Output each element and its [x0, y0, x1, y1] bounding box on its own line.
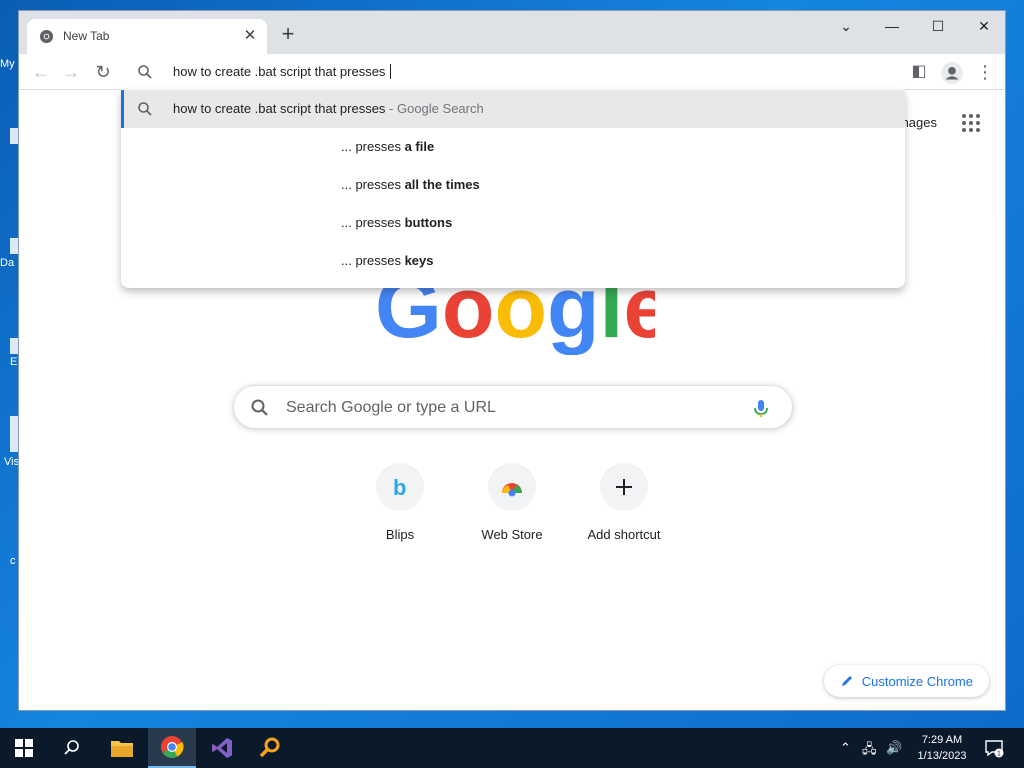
- chrome-window: New Tab ✕ + ⌄ — ☐ ✕ ← → ↻ ◧ ⋮ Images Goo…: [18, 10, 1006, 711]
- reload-button[interactable]: ↻: [91, 60, 115, 84]
- menu-kebab-icon[interactable]: ⋮: [973, 60, 997, 84]
- close-window-button[interactable]: ✕: [961, 11, 1005, 41]
- suggestion-completion: buttons: [404, 215, 453, 230]
- blips-icon: b: [376, 463, 424, 511]
- taskbar-chrome[interactable]: [148, 728, 196, 768]
- magnifier-app-icon: [259, 737, 280, 758]
- omnibox-suggestions: how to create .bat script that presses -…: [121, 90, 905, 288]
- plus-icon: [600, 463, 648, 511]
- text-caret: [390, 64, 392, 79]
- suggestion-completion: all the times: [404, 177, 480, 192]
- tab-new-tab[interactable]: New Tab ✕: [27, 19, 267, 54]
- webstore-icon: [488, 463, 536, 511]
- suggestion-prefix: ... presses: [341, 215, 405, 230]
- address-bar-text[interactable]: how to create .bat script that presses: [173, 64, 392, 79]
- clock-date: 1/13/2023: [917, 750, 967, 762]
- desktop-label-my[interactable]: My: [0, 58, 18, 70]
- suggestion-item[interactable]: ... presses all the times: [121, 166, 905, 204]
- volume-icon[interactable]: 🔊: [886, 740, 902, 756]
- taskbar-file-explorer[interactable]: [98, 728, 146, 768]
- pencil-icon: [841, 676, 852, 686]
- microphone-icon[interactable]: [750, 397, 772, 419]
- search-icon: [64, 740, 79, 755]
- taskbar-search-app[interactable]: [246, 728, 294, 768]
- suggestion-completion: a file: [404, 139, 435, 154]
- shortcut-label: Add shortcut: [587, 527, 661, 542]
- notification-count: 1: [997, 751, 1001, 758]
- forward-button[interactable]: →: [59, 60, 83, 84]
- taskbar-search-button[interactable]: [48, 728, 96, 768]
- desktop-label-da[interactable]: Da: [0, 257, 18, 269]
- desktop-icon[interactable]: [10, 416, 18, 452]
- search-icon: [138, 65, 152, 79]
- search-icon: [138, 102, 152, 116]
- network-icon[interactable]: 🖧: [862, 740, 877, 762]
- suggestion-prefix: ... presses: [341, 253, 405, 268]
- customize-chrome-button[interactable]: Customize Chrome: [823, 665, 989, 697]
- windows-logo-icon: [15, 739, 33, 757]
- desktop-icon[interactable]: [10, 238, 18, 254]
- tab-title: New Tab: [63, 29, 110, 43]
- taskbar-visual-studio[interactable]: [198, 728, 246, 768]
- suggestion-item[interactable]: ... presses a file: [121, 128, 905, 166]
- suggestion-item[interactable]: how to create .bat script that presses -…: [121, 90, 905, 128]
- shortcut-label: Blips: [385, 527, 415, 542]
- suggestion-prefix: ... presses: [341, 139, 405, 154]
- suggestion-completion: keys: [404, 253, 434, 268]
- desktop-icon[interactable]: [10, 338, 18, 354]
- google-search-box[interactable]: Search Google or type a URL: [233, 385, 793, 429]
- start-button[interactable]: [0, 728, 48, 768]
- address-bar[interactable]: how to create .bat script that presses: [121, 54, 905, 90]
- visual-studio-icon: [212, 738, 232, 758]
- taskbar: ⌃ 🖧 🔊 7:29 AM 1/13/2023 1: [0, 728, 1024, 768]
- folder-icon: [111, 741, 133, 757]
- suggestion-item[interactable]: ... presses buttons: [121, 204, 905, 242]
- chrome-favicon-icon: [39, 29, 54, 44]
- profile-avatar-icon[interactable]: [940, 61, 964, 85]
- show-hidden-icons-chevron-icon[interactable]: ⌃: [840, 740, 851, 756]
- shortcut-label: Web Store: [481, 527, 543, 542]
- selection-indicator: [121, 90, 124, 128]
- tab-search-icon[interactable]: ⌄: [823, 11, 869, 41]
- search-placeholder: Search Google or type a URL: [286, 399, 496, 416]
- desktop-icon[interactable]: [10, 128, 18, 144]
- shortcut-web-store[interactable]: Web Store: [456, 463, 568, 553]
- chrome-icon: [161, 736, 184, 758]
- clock[interactable]: 7:29 AM 1/13/2023: [904, 732, 980, 764]
- suggestion-prefix: ... presses: [341, 177, 405, 192]
- side-panel-icon[interactable]: ◧: [907, 60, 931, 84]
- customize-label: Customize Chrome: [861, 673, 973, 689]
- notification-center-button[interactable]: 1: [984, 738, 1004, 761]
- tab-strip: New Tab ✕ + ⌄ — ☐ ✕: [19, 11, 1005, 54]
- suggestion-item[interactable]: ... presses keys: [121, 242, 905, 280]
- address-bar-value: how to create .bat script that presses: [173, 64, 390, 79]
- new-tab-button[interactable]: +: [277, 23, 299, 46]
- shortcut-add[interactable]: Add shortcut: [568, 463, 680, 553]
- back-button[interactable]: ←: [29, 60, 53, 84]
- suggestion-query: how to create .bat script that presses: [173, 101, 386, 116]
- notification-icon: 1: [985, 740, 1004, 758]
- clock-time: 7:29 AM: [921, 734, 963, 746]
- suggestion-source: - Google Search: [385, 101, 484, 116]
- minimize-button[interactable]: —: [869, 11, 915, 41]
- shortcut-blips[interactable]: b Blips: [344, 463, 456, 553]
- search-icon: [251, 399, 268, 416]
- maximize-button[interactable]: ☐: [915, 11, 961, 41]
- tab-close-icon[interactable]: ✕: [241, 27, 259, 45]
- google-apps-icon[interactable]: [961, 113, 981, 133]
- svg-text:b: b: [393, 475, 406, 500]
